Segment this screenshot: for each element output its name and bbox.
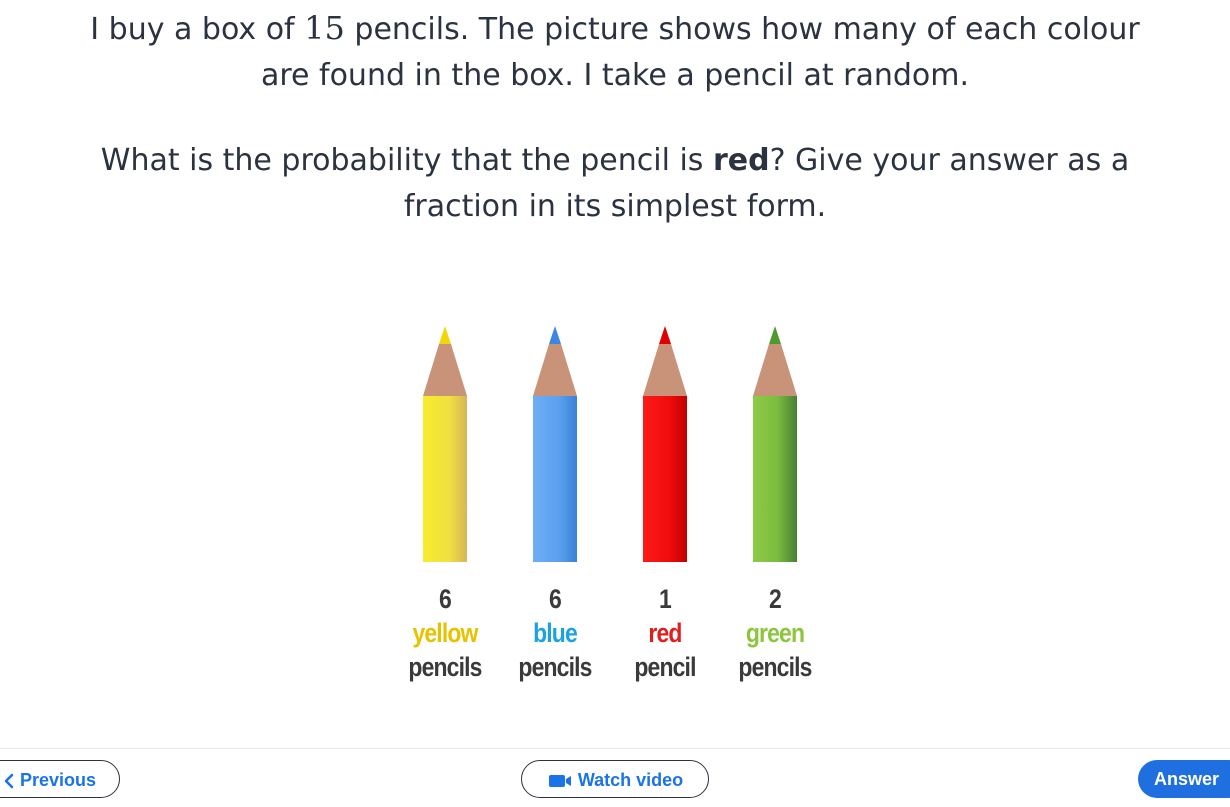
question-text-part: What is the probability that the pencil … — [100, 143, 713, 178]
question-line-4: fraction in its simplest form. — [403, 189, 827, 224]
red-count: 1 — [659, 584, 672, 614]
answer-label: Answer — [1154, 769, 1220, 789]
yellow-pencil-icon — [423, 326, 467, 562]
watch-video-label: Watch video — [577, 770, 684, 790]
blue-pencil-icon — [533, 326, 577, 562]
green-noun: pencils — [738, 652, 812, 682]
green-colour-name: green — [745, 618, 805, 648]
video-camera-icon — [548, 775, 571, 788]
yellow-count: 6 — [439, 584, 452, 614]
watch-video-button[interactable]: Watch video — [521, 760, 709, 798]
emphasis-red: red — [712, 143, 770, 178]
pencil-green — [720, 320, 830, 565]
blue-colour-name: blue — [533, 618, 578, 648]
chevron-left-icon — [4, 774, 14, 789]
question-line-3: What is the probability that the pencil … — [20, 138, 1210, 184]
blue-count: 6 — [549, 584, 562, 614]
previous-button[interactable]: Previous — [0, 760, 120, 798]
question-line-1: I buy a box of 15 pencils. The picture s… — [20, 5, 1210, 53]
blue-noun: pencils — [518, 652, 592, 682]
label-blue: 6 blue pencils — [508, 582, 602, 684]
question-text-part: pencils. The picture shows how many of e… — [344, 12, 1140, 47]
question-paragraph-1: I buy a box of 15 pencils. The picture s… — [20, 5, 1210, 99]
footer-divider — [0, 748, 1230, 749]
label-yellow: 6 yellow pencils — [398, 582, 492, 684]
yellow-noun: pencils — [408, 652, 482, 682]
answer-button[interactable]: Answer — [1138, 760, 1230, 798]
pencil-red — [610, 320, 720, 565]
question-text-part: I buy a box of — [90, 12, 305, 47]
pencil-total: 15 — [304, 9, 345, 47]
label-green: 2 green pencils — [728, 582, 822, 684]
green-count: 2 — [769, 584, 782, 614]
red-noun: pencil — [634, 652, 696, 682]
question-text-part: ? Give your answer as a — [769, 143, 1130, 178]
pencil-illustration: 6 yellow pencils 6 blue pencils 1 red pe… — [390, 320, 830, 700]
yellow-colour-name: yellow — [412, 618, 478, 648]
pencil-blue — [500, 320, 610, 565]
question-paragraph-2: What is the probability that the pencil … — [20, 138, 1210, 230]
label-red: 1 red pencil — [618, 582, 712, 684]
pencil-yellow — [390, 320, 500, 565]
red-colour-name: red — [648, 618, 682, 648]
red-pencil-icon — [643, 326, 687, 562]
question-line-2: are found in the box. I take a pencil at… — [260, 58, 970, 93]
previous-label: Previous — [20, 770, 97, 790]
green-pencil-icon — [753, 326, 797, 562]
